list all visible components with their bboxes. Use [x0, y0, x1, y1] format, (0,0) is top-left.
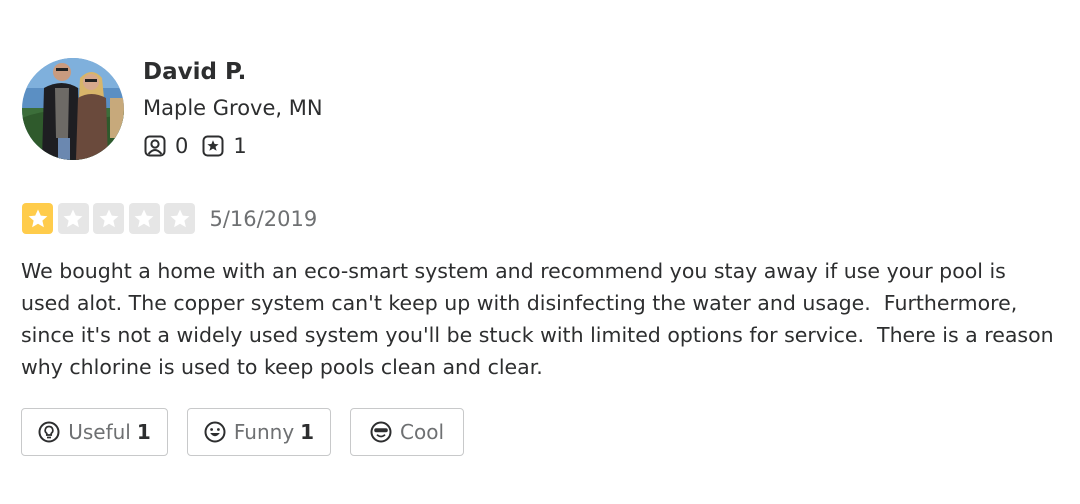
star-icon [170, 209, 189, 227]
useful-button[interactable]: Useful 1 [21, 408, 168, 456]
reviews-stat: 1 [202, 134, 247, 158]
rating-row: 5/16/2019 [22, 203, 317, 234]
review-star-icon [202, 135, 224, 157]
smile-icon [204, 421, 226, 443]
reviews-count: 1 [233, 134, 247, 158]
funny-button[interactable]: Funny 1 [187, 408, 331, 456]
friends-icon [144, 135, 166, 157]
review-line: We bought a home with an eco-smart syste… [21, 259, 1006, 283]
star [57, 203, 89, 234]
user-location: Maple Grove, MN [143, 96, 323, 120]
star-icon [63, 209, 83, 227]
funny-label: Funny [233, 420, 295, 444]
star-icon [99, 209, 118, 227]
star-icon [134, 209, 154, 227]
cool-label: Cool [400, 420, 444, 444]
review-date: 5/16/2019 [209, 206, 318, 231]
friends-count: 0 [175, 134, 189, 158]
user-stats: 0 1 [144, 134, 261, 158]
star [93, 203, 124, 234]
bulb-icon [38, 421, 60, 443]
user-name[interactable]: David P. [143, 59, 246, 85]
review-line: used alot. The copper system can't keep … [21, 291, 1018, 315]
star-rating [22, 203, 200, 234]
star [128, 203, 160, 234]
star [164, 203, 195, 234]
star [22, 203, 53, 234]
avatar[interactable] [22, 58, 124, 160]
funny-count: 1 [300, 420, 315, 444]
friends-stat: 0 [144, 134, 188, 158]
review-text: We bought a home with an eco-smart syste… [21, 255, 1073, 383]
cool-button[interactable]: Cool [350, 408, 464, 456]
sunglasses-icon [370, 421, 392, 443]
useful-count: 1 [136, 420, 151, 444]
avatar-photo [22, 58, 124, 160]
useful-label: Useful [68, 420, 131, 444]
review-line: why chlorine is used to keep pools clean… [21, 355, 543, 379]
review-line: since it's not a widely used system you'… [21, 323, 1054, 347]
star-icon [28, 209, 47, 227]
